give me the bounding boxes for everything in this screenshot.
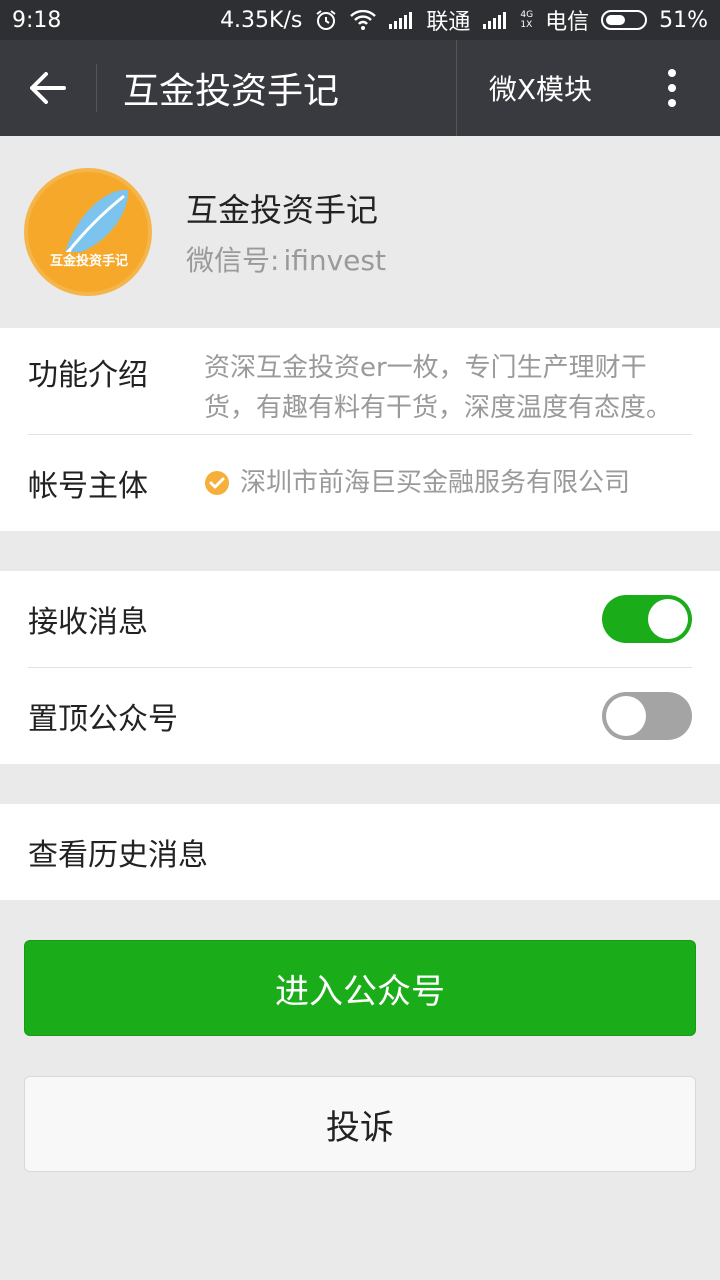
svg-text:互金投资手记: 互金投资手记 <box>50 253 128 269</box>
toggle-knob <box>648 599 688 639</box>
history-card: 查看历史消息 <box>0 804 720 900</box>
subject-row[interactable]: 帐号主体 深圳市前海巨买金融服务有限公司 <box>0 435 720 531</box>
avatar-logo-text: 互金投资手记 <box>48 252 130 269</box>
back-arrow-icon <box>30 72 66 104</box>
enter-account-button[interactable]: 进入公众号 <box>24 940 696 1036</box>
more-vertical-icon <box>668 69 676 107</box>
wx-module-button[interactable]: 微X模块 <box>455 40 624 136</box>
net-type-top: 4G <box>520 10 534 20</box>
info-card: 功能介绍 资深互金投资er一枚，专门生产理财干货，有趣有料有干货，深度温度有态度… <box>0 328 720 531</box>
signal-icon-1 <box>388 11 414 29</box>
pin-account-label: 置顶公众号 <box>28 702 178 737</box>
wifi-icon <box>350 10 377 30</box>
pin-account-row: 置顶公众号 <box>0 668 720 764</box>
verified-check-icon <box>205 471 229 495</box>
profile-text: 互金投资手记 微信号: ifinvest <box>186 185 386 279</box>
carrier-2: 电信 <box>545 10 590 35</box>
wechat-id: 微信号: ifinvest <box>186 239 386 279</box>
back-button[interactable] <box>0 40 96 136</box>
network-type: 4G 1X <box>520 10 533 30</box>
settings-card: 接收消息 置顶公众号 <box>0 571 720 764</box>
toggle-knob <box>606 696 646 736</box>
receive-messages-toggle[interactable] <box>602 595 692 643</box>
carrier-1: 联通 <box>426 10 471 35</box>
subject-value: 深圳市前海巨买金融服务有限公司 <box>240 468 631 498</box>
profile-header: 互金投资手记 互金投资手记 微信号: ifinvest <box>0 136 720 328</box>
account-name: 互金投资手记 <box>186 191 379 229</box>
toolbar: 互金投资手记 微X模块 <box>0 40 720 136</box>
battery-percent: 51% <box>659 7 708 33</box>
battery-fill <box>606 15 626 25</box>
subject-label: 帐号主体 <box>28 469 148 504</box>
net-type-bottom: 1X <box>520 20 533 30</box>
battery-icon <box>601 10 648 30</box>
wechat-id-label: 微信号: <box>186 244 280 277</box>
wechat-id-value: ifinvest <box>283 244 386 277</box>
intro-label: 功能介绍 <box>28 358 148 393</box>
view-history-row[interactable]: 查看历史消息 <box>0 804 720 900</box>
intro-value: 资深互金投资er一枚，专门生产理财干货，有趣有料有干货，深度温度有态度。 <box>204 353 673 423</box>
view-history-label: 查看历史消息 <box>28 838 208 873</box>
pin-account-toggle[interactable] <box>602 692 692 740</box>
more-button[interactable] <box>624 40 720 136</box>
receive-messages-row: 接收消息 <box>0 571 720 667</box>
status-bar: 9:18 4.35K/s 联通 4G 1X 电信 51% <box>0 0 720 40</box>
signal-icon-2 <box>482 11 508 29</box>
alarm-icon <box>314 8 338 32</box>
complain-button[interactable]: 投诉 <box>24 1076 696 1172</box>
status-time: 9:18 <box>12 7 62 33</box>
avatar[interactable]: 互金投资手记 <box>24 168 152 296</box>
page-title: 互金投资手记 <box>123 71 340 112</box>
toolbar-divider <box>96 64 97 112</box>
net-speed: 4.35K/s <box>220 7 303 33</box>
receive-messages-label: 接收消息 <box>28 605 148 640</box>
intro-row: 功能介绍 资深互金投资er一枚，专门生产理财干货，有趣有料有干货，深度温度有态度… <box>0 328 720 434</box>
